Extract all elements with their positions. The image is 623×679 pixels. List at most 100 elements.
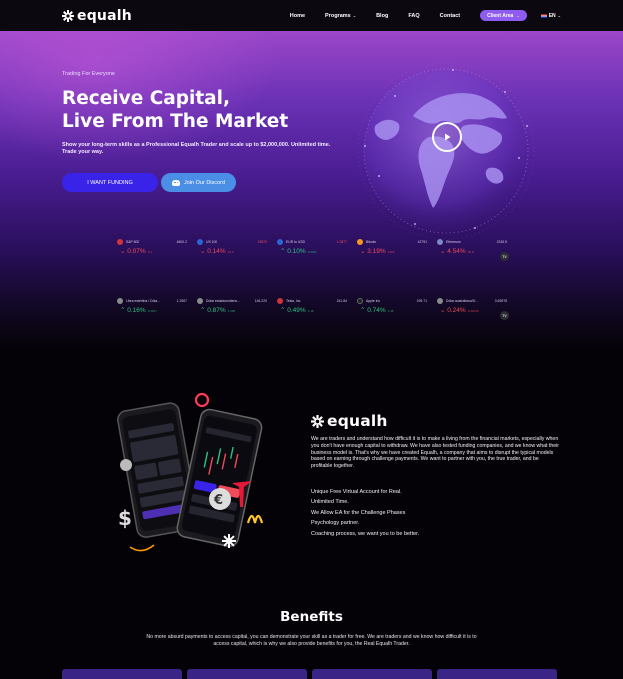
ticker-item[interactable]: Libra esterlina / Dóla... 1.2567 ⌃ 0.16% 0… xyxy=(117,298,197,328)
ticker-item[interactable]: S&P 500 4600.2 ⌄ 0.07% 3.2 xyxy=(117,239,197,269)
feature-item: Unique Free Virtual Account for Real. xyxy=(311,489,402,495)
ticker-change-pct: 3.19% xyxy=(367,248,386,255)
ticker-name: Dólar estadounidens... xyxy=(206,299,240,303)
ticker-change-abs: 1.266 xyxy=(227,309,236,313)
ticker-item[interactable]: Dólar australiano/D... 0.65978 ⌄ 0.24% 0.0… xyxy=(437,298,517,328)
ticker-change: ⌃ 0.74% 1.45 xyxy=(360,307,394,314)
logo-mark-icon xyxy=(311,414,324,428)
ticker-change: ⌃ 0.49% 1.18 xyxy=(280,307,314,314)
ticker-price: 2245.5 xyxy=(496,240,507,244)
ticker-change: ⌄ 0.14% 22.5 xyxy=(200,248,234,255)
hero-title: Receive Capital, Live From The Market xyxy=(62,87,288,133)
benefit-card[interactable] xyxy=(187,669,307,679)
tesla-icon xyxy=(277,298,283,304)
chevron-down-icon: ⌄ xyxy=(557,13,561,18)
feature-item: Psychology partner. xyxy=(311,520,360,527)
chevron-down-icon: ⌄ xyxy=(516,13,520,18)
nav-contact[interactable]: Contact xyxy=(440,13,460,19)
about-logo-text: equalh xyxy=(327,412,388,430)
phones-illustration: $ € xyxy=(110,385,270,570)
top-nav: equalh Home Programs ⌄ Blog FAQ Contact C… xyxy=(0,0,623,31)
ticker-item[interactable]: US 100 15870 ⌄ 0.14% 22.5 xyxy=(197,239,277,269)
logo-text: equalh xyxy=(77,7,132,24)
ticker-name: Tesla, Inc. xyxy=(286,299,302,303)
ticker-name: Dólar australiano/D... xyxy=(446,299,478,303)
nav-programs[interactable]: Programs ⌄ xyxy=(325,13,356,19)
ticker-item[interactable]: EUR to USD 1.0877 ⌃ 0.10% 0.0011 xyxy=(277,239,357,269)
ticker-price: 241.84 xyxy=(336,299,347,303)
ticker-change-pct: 0.07% xyxy=(127,248,146,255)
ethereum-icon xyxy=(437,239,443,245)
ticker-name: Bitcoin xyxy=(366,240,377,244)
ticker-change: ⌃ 0.87% 1.266 xyxy=(200,307,236,314)
ticker-item[interactable]: Dólar estadounidens... 146.220 ⌃ 0.87% 1.2… xyxy=(197,298,277,328)
about-logo: equalh xyxy=(311,412,388,430)
ticker-price: 195.71 xyxy=(416,299,427,303)
hero-title-line-2: Live From The Market xyxy=(62,111,289,132)
tradingview-logo-icon[interactable]: TV xyxy=(500,311,509,320)
nav-faq[interactable]: FAQ xyxy=(408,13,419,19)
want-funding-button[interactable]: I WANT FUNDING xyxy=(62,173,158,192)
tradingview-logo-icon[interactable]: TV xyxy=(500,252,509,261)
us-flag-icon xyxy=(540,13,547,18)
audusd-icon xyxy=(437,298,443,304)
ticker-name: Apple Inc xyxy=(366,299,381,303)
benefits-title: Benefits xyxy=(280,609,343,625)
benefits-text: No more absurd payments to access capita… xyxy=(146,634,477,647)
ticker-change-pct: 0.16% xyxy=(127,307,146,314)
language-label: EN xyxy=(548,12,556,19)
benefit-card[interactable] xyxy=(312,669,432,679)
ticker-item[interactable]: Bitcoin 42791 ⌄ 3.19% 1366 xyxy=(357,239,437,269)
ticker-price: 42791 xyxy=(417,240,427,244)
feature-item: We Allow EA for the Challenge Phases xyxy=(311,509,406,516)
svg-text:€: € xyxy=(213,493,223,508)
benefit-card[interactable] xyxy=(62,669,182,679)
ticker-change-pct: 4.54% xyxy=(447,248,466,255)
usdjpy-icon xyxy=(197,298,203,304)
feature-item: Unlimited Time. xyxy=(311,499,349,506)
ticker-price: 146.220 xyxy=(254,299,267,303)
hero-section: Trading For Everyone Receive Capital, Li… xyxy=(0,31,623,350)
ticker-change: ⌄ 0.07% 3.2 xyxy=(120,248,152,255)
ticker-item[interactable]: Apple Inc 195.71 ⌃ 0.74% 1.45 xyxy=(357,298,437,328)
ticker-change-abs: 1366 xyxy=(387,250,395,254)
ticker-price: 0.65978 xyxy=(494,299,507,303)
ticker-change-pct: 0.74% xyxy=(367,307,386,314)
client-area-button[interactable]: Client Area ⌄ xyxy=(480,10,527,21)
ticker-price: 1.2567 xyxy=(176,299,187,303)
language-selector[interactable]: EN ⌄ xyxy=(540,12,561,19)
ticker-change-abs: 1.45 xyxy=(387,309,394,313)
hero-subtitle: Show your long-term skills as a Professi… xyxy=(62,142,331,155)
ticker-item[interactable]: Tesla, Inc. 241.84 ⌃ 0.49% 1.18 xyxy=(277,298,357,328)
ticker-change-abs: 1.18 xyxy=(307,309,314,313)
join-discord-button[interactable]: Join Our Discord xyxy=(161,173,236,192)
hero-title-line-1: Receive Capital, xyxy=(62,88,231,109)
ticker-change-pct: 0.49% xyxy=(287,307,306,314)
brand-logo[interactable]: equalh xyxy=(62,8,132,24)
ticker-change-abs: 0.00156 xyxy=(467,309,479,313)
ticker-name: US 100 xyxy=(206,240,218,244)
us100-icon xyxy=(197,239,203,245)
ticker-price: 4600.2 xyxy=(176,240,187,244)
main-menu: Home Programs ⌄ Blog FAQ Contact Client A… xyxy=(270,10,561,21)
ticker-price: 15870 xyxy=(257,240,267,244)
about-paragraph: We are traders and understand how diffic… xyxy=(311,436,560,470)
nav-blog[interactable]: Blog xyxy=(376,13,388,19)
ticker-item[interactable]: Ethereum 2245.5 ⌄ 4.54% 96.8 TV xyxy=(437,239,517,269)
ticker-change-abs: 0.0011 xyxy=(307,250,317,254)
discord-icon xyxy=(172,179,181,186)
play-video-button[interactable] xyxy=(432,122,462,152)
ticker-change-abs: 22.5 xyxy=(227,250,234,254)
ticker-change-abs: 96.8 xyxy=(467,250,474,254)
nav-programs-label: Programs xyxy=(325,12,351,19)
benefit-card[interactable] xyxy=(437,669,557,679)
svg-text:$: $ xyxy=(118,506,132,530)
sp500-icon xyxy=(117,239,123,245)
ticker-change-pct: 0.87% xyxy=(207,307,226,314)
ticker-price: 1.0877 xyxy=(336,240,347,244)
ticker-change-pct: 0.10% xyxy=(287,248,306,255)
ticker-name: Libra esterlina / Dóla... xyxy=(126,299,160,303)
nav-home[interactable]: Home xyxy=(290,13,305,19)
play-icon xyxy=(445,133,451,141)
join-discord-label: Join Our Discord xyxy=(184,179,225,186)
